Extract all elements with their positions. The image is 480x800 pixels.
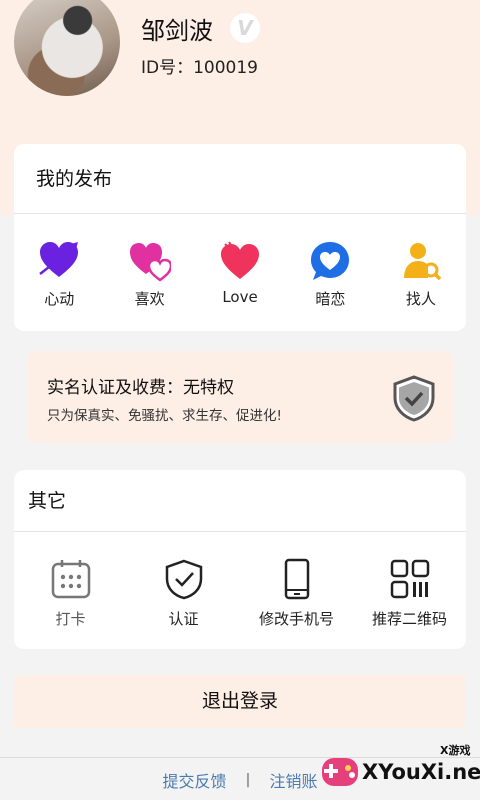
- other-item-verify[interactable]: 认证: [127, 558, 240, 649]
- my-posts-card: 我的发布 心动 喜欢 Love 暗恋 找人: [14, 144, 466, 331]
- other-item-change-phone[interactable]: 修改手机号: [240, 558, 353, 649]
- logout-button[interactable]: 退出登录: [14, 675, 466, 728]
- shield-check-icon: [393, 375, 435, 422]
- other-item-label: 修改手机号: [258, 610, 334, 628]
- my-posts-item-label: 喜欢: [134, 290, 165, 308]
- other-title: 其它: [14, 470, 466, 532]
- my-posts-title: 我的发布: [14, 144, 466, 214]
- phone-icon: [284, 558, 309, 600]
- watermark: X游戏 XYouXi.net: [318, 738, 480, 800]
- qr-code-icon: [390, 559, 429, 599]
- watermark-small-text: X游戏: [440, 744, 471, 757]
- watermark-text: XYouXi.net: [362, 760, 480, 784]
- my-posts-item-crush[interactable]: 暗恋: [285, 240, 375, 331]
- heart-bubble-icon: [311, 242, 350, 280]
- my-posts-item-heartbeat[interactable]: 心动: [14, 240, 104, 331]
- my-posts-item-label: 心动: [44, 290, 75, 308]
- my-posts-item-like[interactable]: 喜欢: [104, 240, 194, 331]
- other-item-qr-code[interactable]: 推荐二维码: [353, 558, 466, 649]
- my-posts-grid: 心动 喜欢 Love 暗恋 找人: [14, 214, 466, 331]
- cancel-account-link[interactable]: 注销账: [269, 768, 317, 792]
- avatar[interactable]: [14, 0, 120, 96]
- my-posts-item-label: Love: [222, 288, 258, 306]
- footer-separator: |: [245, 772, 251, 788]
- double-heart-icon: [129, 243, 171, 282]
- gamepad-logo-icon: [322, 758, 358, 786]
- other-item-label: 打卡: [55, 610, 86, 628]
- vip-badge[interactable]: V: [230, 13, 260, 43]
- other-item-label: 认证: [168, 610, 199, 628]
- user-id: ID号：100019: [141, 58, 258, 78]
- auth-banner-subtitle: 只为保真实、免骚扰、求生存、促进化!: [47, 408, 282, 424]
- username: 邹剑波: [141, 17, 213, 45]
- other-item-checkin[interactable]: 打卡: [14, 558, 127, 649]
- my-posts-item-label: 暗恋: [315, 290, 346, 308]
- my-posts-item-label: 找人: [405, 290, 436, 308]
- my-posts-item-find-people[interactable]: 找人: [376, 240, 466, 331]
- real-name-auth-banner[interactable]: 实名认证及收费：无特权 只为保真实、免骚扰、求生存、促进化!: [27, 351, 453, 443]
- other-item-label: 推荐二维码: [371, 610, 447, 628]
- other-grid: 打卡 认证 修改手机号 推荐二维码: [14, 532, 466, 649]
- heart-icon: [221, 241, 260, 279]
- calendar-icon: [51, 560, 90, 599]
- auth-banner-title: 实名认证及收费：无特权: [47, 378, 234, 398]
- heart-arrow-icon: [39, 242, 79, 277]
- my-posts-item-love[interactable]: Love: [195, 240, 285, 331]
- other-card: 其它 打卡 认证 修改手机号 推荐二维码: [14, 470, 466, 649]
- feedback-link[interactable]: 提交反馈: [163, 768, 227, 792]
- person-search-icon: [403, 243, 442, 281]
- shield-check-icon: [165, 559, 202, 600]
- profile-header: 邹剑波 V ID号：100019: [0, 0, 480, 110]
